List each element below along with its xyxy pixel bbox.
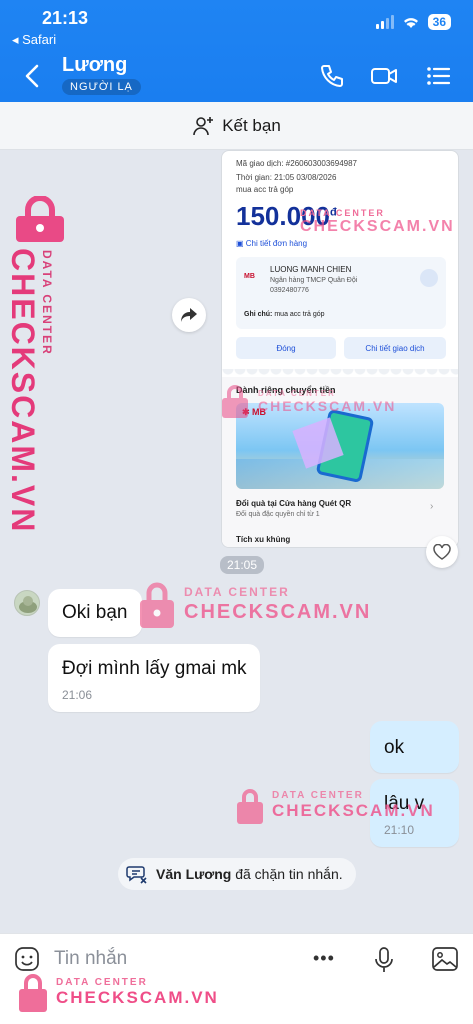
video-call-icon[interactable] [370,62,398,90]
lock-watermark-icon [16,195,64,242]
message-time: 21:06 [62,688,93,702]
note-label: Ghi chú: [244,311,273,318]
avatar[interactable] [14,590,40,616]
app-header: 21:13 ◂ Safari 36 Lương NGƯỜI LẠ [0,0,473,102]
add-friend-label: Kết bạn [222,115,281,135]
receipt-time: Thời gian: 21:05 03/08/2026 [236,173,337,182]
more-options-icon[interactable]: ••• [313,948,335,969]
add-person-icon [193,116,214,135]
blocked-chat-icon [126,866,147,884]
heart-icon [433,544,451,560]
watermark-vertical [8,195,72,250]
back-app-label: Safari [22,32,57,47]
message-time: 21:10 [384,823,415,837]
battery-icon: 36 [427,14,451,30]
recipient-bank: Ngân hàng TMCP Quân Đội [270,277,358,284]
receipt-note-top: mua acc trả góp [236,185,294,194]
receipt-transaction-id: Mã giao dịch: #260603003694987 [236,159,357,168]
reward-title: Đổi quà tại Cửa hàng Quét QR [236,499,352,508]
watermark-lower: DATA CENTER CHECKSCAM.VN [236,786,435,824]
status-time: 21:13 [42,8,89,28]
recipient-name: LUONG MANH CHIEN [270,265,352,274]
avatar-image-icon [19,596,37,613]
emoji-icon[interactable] [14,946,40,972]
wifi-icon [403,18,418,28]
watermark-receipt: DATA CENTER CHECKSCAM.VN [220,384,396,418]
watermark-bottom: DATA CENTER CHECKSCAM.VN [18,972,219,1012]
bank-logo: MB [244,273,255,280]
watermark-top-right: DATA CENTER CHECKSCAM.VN [300,208,455,235]
phone-icon[interactable] [318,62,346,90]
message-bubble-outgoing[interactable]: ok [370,721,459,773]
transaction-detail-button[interactable]: Chi tiết giao dịch [344,337,446,359]
back-to-safari[interactable]: ◂ Safari [12,32,56,48]
menu-list-icon[interactable] [424,62,452,90]
status-icons: 36 [375,14,451,30]
microphone-icon[interactable] [374,946,394,974]
message-text: Oki bạn [62,602,128,623]
chat-title[interactable]: Lương [62,54,127,77]
chevron-right-icon: › [430,501,434,512]
blocked-notice: Văn Lương đã chặn tin nhắn. [118,858,356,890]
note-value: mua acc trả góp [274,311,325,318]
react-heart-button[interactable] [426,536,458,568]
watermark-middle: DATA CENTER CHECKSCAM.VN [138,580,371,628]
recipient-share-icon [420,269,438,287]
message-bubble-incoming[interactable]: Đợi mình lấy gmai mk 21:06 [48,644,260,712]
add-friend-bar[interactable]: Kết bạn [0,102,473,150]
back-arrow-icon[interactable] [20,62,44,90]
share-arrow-icon [181,308,197,322]
recipient-account: 0392480776 [270,287,309,294]
order-detail-link[interactable]: ▣ Chi tiết đơn hàng [236,239,307,248]
stranger-tag: NGƯỜI LẠ [62,79,141,95]
blocker-name: Văn Lương [156,866,232,882]
message-bubble-incoming[interactable]: Oki bạn [48,589,142,637]
message-time-chip: 21:05 [220,556,265,574]
message-text: ok [384,737,405,758]
signal-icon [375,15,394,29]
coins-title: Tích xu khủng [236,535,291,544]
reward-sub: Đổi quà đặc quyền chỉ từ 1 [236,511,320,518]
image-gallery-icon[interactable] [431,946,459,972]
recipient-card: MB LUONG MANH CHIEN Ngân hàng TMCP Quân … [236,257,446,329]
message-text: Đợi mình lấy gmai mk [62,658,247,679]
close-receipt-button[interactable]: Đóng [236,337,336,359]
message-input[interactable]: Tin nhắn [54,948,127,970]
watermark-big-vertical: CHECKSCAM.VN [5,248,41,534]
order-detail-label: Chi tiết đơn hàng [245,239,308,248]
blocked-text: đã chặn tin nhắn. [235,866,343,882]
watermark-small-vertical: DATA CENTER [40,250,54,356]
forward-button[interactable] [172,298,206,332]
